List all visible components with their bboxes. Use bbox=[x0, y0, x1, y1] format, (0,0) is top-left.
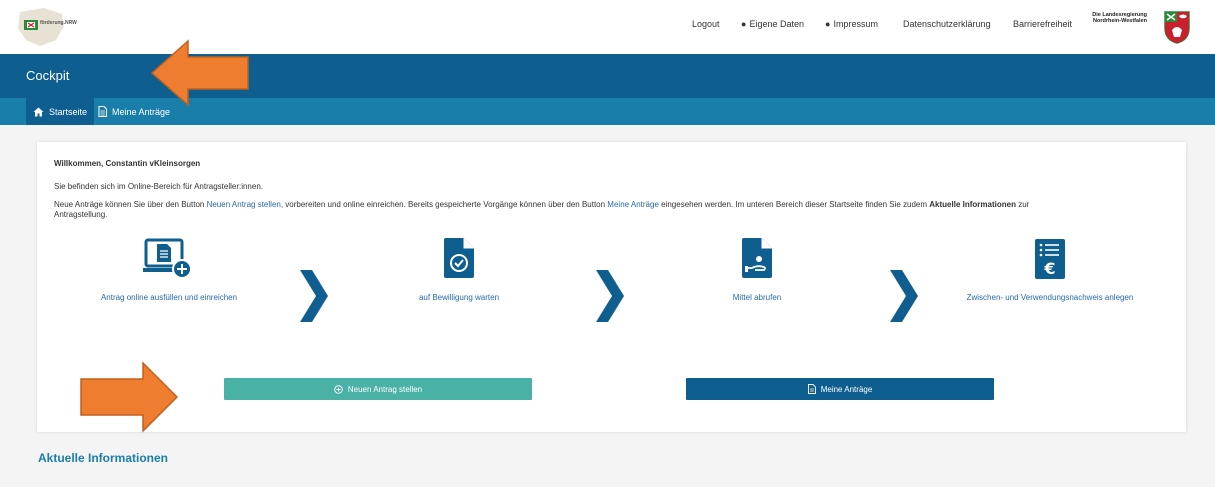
intro-text: Sie befinden sich im Online-Bereich für … bbox=[54, 182, 263, 191]
document-icon bbox=[98, 106, 107, 117]
chevron-right-icon bbox=[596, 270, 624, 322]
step-label: Zwischen- und Verwendungsnachweis anlege… bbox=[966, 293, 1134, 302]
annotation-arrow-icon bbox=[80, 361, 179, 433]
step-label: Antrag online ausfüllen und einreichen bbox=[100, 293, 238, 302]
eigene-daten-link[interactable]: ● Eigene Daten bbox=[741, 19, 804, 29]
foerderung-nrw-logo[interactable] bbox=[14, 6, 84, 48]
nrw-crest-icon bbox=[1164, 11, 1190, 44]
user-circle-icon: ● bbox=[741, 19, 747, 29]
chevron-right-icon bbox=[300, 270, 328, 322]
landesregierung-label: Die Landesregierung Nordrhein-Westfalen bbox=[1092, 12, 1147, 24]
impressum-link[interactable]: ● Impressum bbox=[825, 19, 878, 29]
step-label: auf Bewilligung warten bbox=[418, 293, 500, 302]
meine-antraege-button[interactable]: Meine Anträge bbox=[686, 378, 994, 400]
datenschutz-link[interactable]: Datenschutzerklärung bbox=[903, 19, 991, 29]
logout-link[interactable]: Logout bbox=[692, 19, 720, 29]
meine-antraege-link[interactable]: Meine Anträge bbox=[607, 200, 659, 209]
step-label: Mittel abrufen bbox=[732, 293, 782, 302]
info-circle-icon: ● bbox=[825, 19, 831, 29]
home-icon bbox=[33, 107, 44, 116]
neuen-antrag-button[interactable]: Neuen Antrag stellen bbox=[224, 378, 532, 400]
document-hand-coin-icon bbox=[742, 238, 772, 278]
document-euro-icon: € bbox=[1035, 239, 1065, 279]
description-text: Neue Anträge können Sie über den Button … bbox=[54, 200, 1030, 219]
logo-text: förderung.NRW bbox=[40, 20, 77, 26]
welcome-card: Willkommen, Constantin vKleinsorgen Sie … bbox=[37, 142, 1186, 432]
page-title: Cockpit bbox=[26, 68, 70, 83]
chevron-right-icon bbox=[890, 270, 918, 322]
document-icon bbox=[807, 384, 816, 394]
laptop-document-plus-icon bbox=[143, 238, 192, 279]
document-check-icon bbox=[444, 238, 474, 278]
barrierefreiheit-link[interactable]: Barrierefreiheit bbox=[1013, 19, 1072, 29]
neuen-antrag-link[interactable]: Neuen Antrag stellen bbox=[207, 200, 281, 209]
tab-startseite[interactable]: Startseite bbox=[26, 98, 95, 125]
aktuelle-informationen-heading: Aktuelle Informationen bbox=[38, 451, 169, 465]
svg-text:€: € bbox=[1043, 259, 1055, 278]
plus-circle-icon bbox=[334, 384, 343, 394]
welcome-heading: Willkommen, Constantin vKleinsorgen bbox=[54, 159, 201, 168]
annotation-arrow-icon bbox=[150, 39, 249, 107]
